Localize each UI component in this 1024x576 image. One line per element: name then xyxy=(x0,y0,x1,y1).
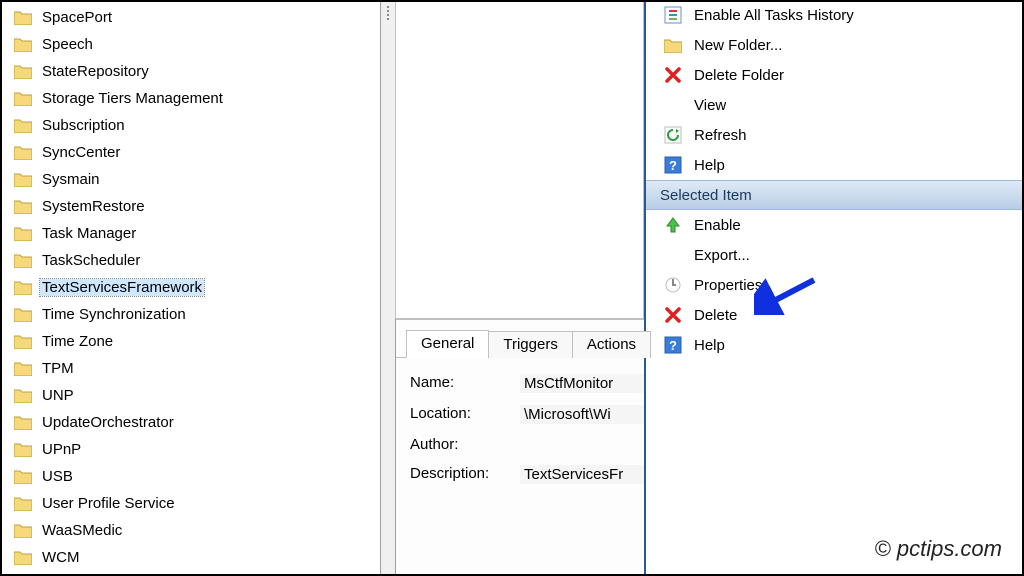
svg-text:?: ? xyxy=(669,158,677,173)
action-refresh[interactable]: Refresh xyxy=(646,120,1024,150)
action-help-2[interactable]: ? Help xyxy=(646,330,1024,360)
watermark: © pctips.com xyxy=(875,536,1002,562)
action-label: Delete Folder xyxy=(694,67,784,84)
tree-item[interactable]: WaaSMedic xyxy=(8,517,380,544)
action-enable[interactable]: Enable xyxy=(646,210,1024,240)
enable-arrow-icon xyxy=(662,215,684,235)
tree-item-label: UPnP xyxy=(40,441,83,458)
tree-item[interactable]: Sysmain xyxy=(8,166,380,193)
tree-item[interactable]: Time Synchronization xyxy=(8,301,380,328)
tree-item[interactable]: WCM xyxy=(8,544,380,571)
action-help[interactable]: ? Help xyxy=(646,150,1024,180)
tree-item[interactable]: USB xyxy=(8,463,380,490)
help-icon: ? xyxy=(662,335,684,355)
details-tabs: General Triggers Actions xyxy=(396,328,644,358)
action-label: Refresh xyxy=(694,127,747,144)
action-label: View xyxy=(694,97,726,114)
tree-item[interactable]: StateRepository xyxy=(8,58,380,85)
tree-item-label: Sysmain xyxy=(40,171,102,188)
blank-icon xyxy=(662,245,684,265)
properties-icon xyxy=(662,275,684,295)
tree-item[interactable]: SyncCenter xyxy=(8,139,380,166)
tree-item[interactable]: Time Zone xyxy=(8,328,380,355)
action-delete[interactable]: Delete xyxy=(646,300,1024,330)
tree-item-label: USB xyxy=(40,468,75,485)
value-name[interactable]: MsCtfMonitor xyxy=(520,374,644,393)
label-description: Description: xyxy=(410,465,520,484)
action-label: Delete xyxy=(694,307,737,324)
tree-item[interactable]: TPM xyxy=(8,355,380,382)
tree-item[interactable]: SpacePort xyxy=(8,4,380,31)
tree-item-label: TaskScheduler xyxy=(40,252,142,269)
action-delete-folder[interactable]: Delete Folder xyxy=(646,60,1024,90)
tree-item-label: SpacePort xyxy=(40,9,114,26)
tree-item-label: Speech xyxy=(40,36,95,53)
tab-actions[interactable]: Actions xyxy=(572,331,651,358)
tree-item-label: Subscription xyxy=(40,117,127,134)
folder-tree: SpacePort Speech StateRepository Storage Ti… xyxy=(0,0,380,576)
help-icon: ? xyxy=(662,155,684,175)
action-new-folder[interactable]: New Folder... xyxy=(646,30,1024,60)
actions-section-header: Selected Item xyxy=(646,180,1024,210)
action-label: Export... xyxy=(694,247,750,264)
tree-item[interactable]: Task Manager xyxy=(8,220,380,247)
main-pane: General Triggers Actions Name: MsCtfMoni… xyxy=(396,0,644,576)
tree-item-label: Storage Tiers Management xyxy=(40,90,225,107)
blank-icon xyxy=(662,95,684,115)
action-label: Enable xyxy=(694,217,741,234)
tree-item-label: Task Manager xyxy=(40,225,138,242)
actions-pane: Enable All Tasks History New Folder... D… xyxy=(644,0,1024,576)
label-name: Name: xyxy=(410,374,520,393)
value-description[interactable]: TextServicesFr xyxy=(520,465,644,484)
tree-item[interactable]: Subscription xyxy=(8,112,380,139)
tree-item-label: TextServicesFramework xyxy=(40,279,204,296)
action-enable-all-history[interactable]: Enable All Tasks History xyxy=(646,0,1024,30)
folder-new-icon xyxy=(662,35,684,55)
tree-item-label: UNP xyxy=(40,387,76,404)
tab-general[interactable]: General xyxy=(406,330,489,358)
delete-x-icon xyxy=(662,305,684,325)
action-label: Enable All Tasks History xyxy=(694,7,854,24)
tree-item-label: Time Synchronization xyxy=(40,306,188,323)
tree-item[interactable]: TextServicesFramework xyxy=(8,274,380,301)
value-author xyxy=(520,436,644,453)
tree-item[interactable]: TaskScheduler xyxy=(8,247,380,274)
tree-item[interactable]: UPnP xyxy=(8,436,380,463)
value-location: \Microsoft\Wi xyxy=(520,405,644,424)
svg-text:?: ? xyxy=(669,338,677,353)
tree-item-label: TPM xyxy=(40,360,76,377)
tree-item-label: User Profile Service xyxy=(40,495,177,512)
tree-item[interactable]: Storage Tiers Management xyxy=(8,85,380,112)
label-author: Author: xyxy=(410,436,520,453)
tree-item-label: SyncCenter xyxy=(40,144,122,161)
history-icon xyxy=(662,5,684,25)
action-view[interactable]: View xyxy=(646,90,1024,120)
tree-item-label: Time Zone xyxy=(40,333,115,350)
action-label: New Folder... xyxy=(694,37,782,54)
action-label: Properties xyxy=(694,277,762,294)
tree-item[interactable]: UpdateOrchestrator xyxy=(8,409,380,436)
action-label: Help xyxy=(694,337,725,354)
action-properties[interactable]: Properties xyxy=(646,270,1024,300)
details-pane: General Triggers Actions Name: MsCtfMoni… xyxy=(396,319,644,576)
tree-item[interactable]: Speech xyxy=(8,31,380,58)
tab-triggers[interactable]: Triggers xyxy=(488,331,572,358)
tree-item-label: SystemRestore xyxy=(40,198,147,215)
tree-item-label: StateRepository xyxy=(40,63,151,80)
tree-item[interactable]: UNP xyxy=(8,382,380,409)
tree-item[interactable]: User Profile Service xyxy=(8,490,380,517)
tree-item-label: WaaSMedic xyxy=(40,522,124,539)
tree-item-label: UpdateOrchestrator xyxy=(40,414,176,431)
action-export[interactable]: Export... xyxy=(646,240,1024,270)
action-label: Help xyxy=(694,157,725,174)
label-location: Location: xyxy=(410,405,520,424)
task-list-area[interactable] xyxy=(395,0,644,319)
splitter[interactable] xyxy=(380,0,396,576)
delete-x-icon xyxy=(662,65,684,85)
tree-item-label: WCM xyxy=(40,549,82,566)
refresh-icon xyxy=(662,125,684,145)
tree-item[interactable]: SystemRestore xyxy=(8,193,380,220)
